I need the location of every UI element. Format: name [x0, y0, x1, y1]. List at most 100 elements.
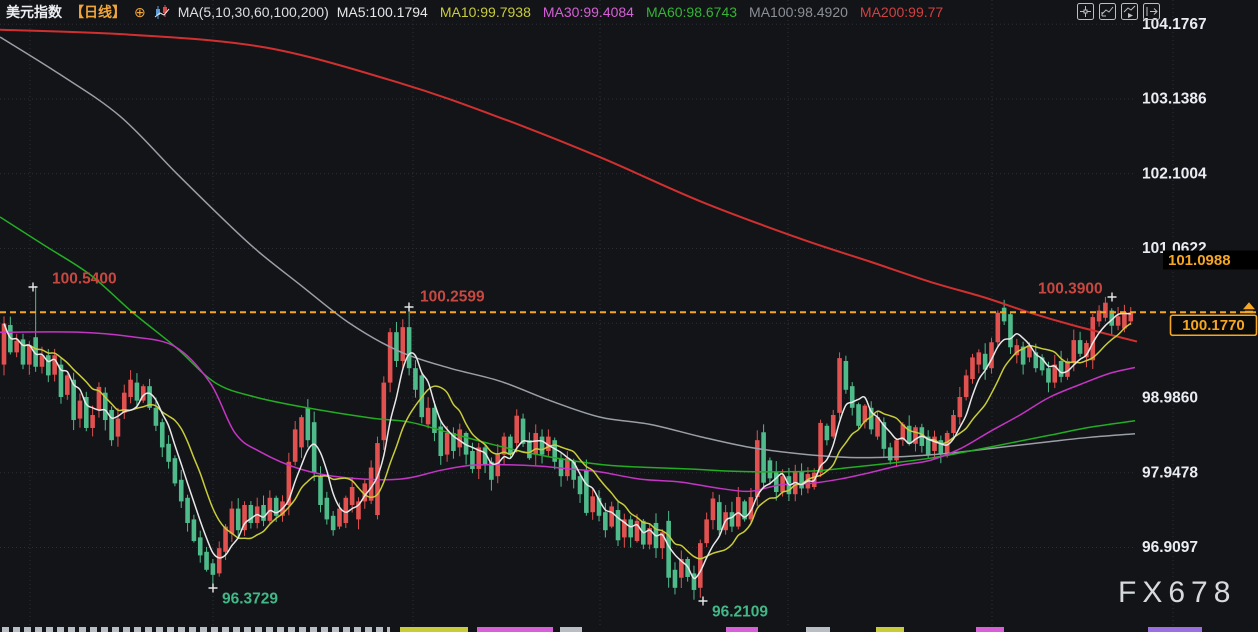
chart-toolbar — [1077, 3, 1160, 20]
candle-body — [825, 426, 830, 440]
candle-body — [293, 429, 298, 461]
candle-body — [90, 415, 95, 428]
candle-body — [154, 408, 159, 426]
crosshair-icon[interactable] — [1077, 3, 1094, 20]
candle-body — [400, 327, 405, 361]
candle-body — [616, 510, 621, 540]
ma-legend-item: MA5:100.1794 — [337, 4, 428, 20]
circle-plus-icon[interactable]: ⊕ — [134, 5, 146, 19]
candle-body — [185, 498, 190, 523]
clipped-indicator-row — [0, 626, 1258, 632]
clipped-text-fragment — [2, 627, 390, 632]
extreme-cross-marker — [1108, 293, 1117, 302]
marker-price-label: 101.0988 — [1168, 252, 1231, 269]
y-axis-label: 96.9097 — [1142, 539, 1198, 556]
extreme-cross-marker — [405, 303, 414, 312]
candle-body — [850, 386, 855, 408]
candle-body — [1090, 317, 1095, 360]
ma-legend-item: MA30:99.4084 — [543, 4, 634, 20]
candle-body — [65, 375, 70, 394]
ma-settings-label[interactable]: MA(5,10,30,60,100,200) — [178, 4, 329, 20]
candle-body — [1071, 340, 1076, 363]
candle-body — [1002, 308, 1007, 322]
candle-body — [774, 472, 779, 492]
candle-body — [204, 552, 209, 570]
chart-canvas[interactable]: 100.5400100.2599100.390096.372996.210910… — [0, 0, 1258, 632]
candle-body — [337, 509, 342, 527]
candle-body — [230, 509, 235, 534]
candle-body — [318, 476, 323, 505]
candle-body — [14, 341, 19, 353]
extreme-cross-marker — [699, 597, 708, 606]
candle-body — [46, 355, 51, 375]
candle-body — [527, 440, 532, 458]
candle-body — [996, 313, 1001, 343]
candle-body — [1116, 316, 1121, 325]
timeframe-label: 【日线】 — [70, 2, 126, 22]
candle-body — [306, 408, 311, 440]
candle-body — [635, 521, 640, 541]
ma-legend-item: MA100:98.4920 — [749, 4, 848, 20]
candle-body — [236, 509, 241, 531]
clipped-text-fragment — [726, 627, 758, 632]
candle-body — [394, 332, 399, 361]
candle-body — [160, 422, 165, 447]
candle-body — [1078, 340, 1083, 354]
candle-body — [578, 476, 583, 494]
candle-body — [179, 480, 184, 502]
extreme-price-label: 100.3900 — [1038, 281, 1103, 298]
candle-body — [268, 498, 273, 521]
candle-body — [109, 410, 114, 440]
extreme-price-label: 100.2599 — [420, 289, 485, 306]
candle-body — [1008, 314, 1013, 347]
panel-play-icon[interactable] — [1121, 3, 1138, 20]
candle-body — [856, 404, 861, 426]
candle-body — [768, 460, 773, 478]
ma-legend-item: MA60:98.6743 — [646, 4, 737, 20]
candle-body — [135, 383, 140, 401]
candle-body — [951, 415, 956, 433]
candle-body — [970, 357, 975, 379]
candle-body — [628, 519, 633, 537]
candle-body — [508, 437, 513, 455]
candle-body — [540, 437, 545, 455]
ma-line-ma5 — [4, 313, 1131, 578]
last-price-label: 100.1770 — [1182, 317, 1245, 334]
candle-body — [325, 498, 330, 520]
candle-body — [590, 496, 595, 512]
candle-body — [698, 543, 703, 588]
clipped-text-fragment — [806, 627, 830, 632]
candle-body — [78, 401, 83, 419]
candlesticks — [2, 286, 1133, 600]
panel-chart-icon[interactable] — [1099, 3, 1116, 20]
candle-body — [312, 422, 317, 472]
exit-panel-icon[interactable] — [1143, 3, 1160, 20]
symbol-title: 美元指数 — [6, 2, 62, 22]
candle-body — [761, 432, 766, 482]
candle-body — [533, 433, 538, 455]
candle-body — [350, 487, 355, 505]
clipped-text-fragment — [400, 627, 468, 632]
extreme-price-label: 100.5400 — [52, 271, 117, 288]
candle-body — [831, 415, 836, 437]
candle-body — [1046, 368, 1051, 382]
candle-body — [844, 361, 849, 390]
candle-body — [888, 447, 893, 460]
candle-body — [1059, 361, 1064, 377]
ma-line-ma200 — [0, 30, 1137, 342]
candle-body — [331, 516, 336, 530]
chart-window: 100.5400100.2599100.390096.372996.210910… — [0, 0, 1258, 632]
candle-body — [166, 444, 171, 462]
candle-body — [217, 548, 222, 573]
candle-body — [128, 380, 133, 397]
candlestick-mini-icon[interactable] — [154, 5, 170, 20]
candle-body — [211, 563, 216, 575]
clipped-text-fragment — [560, 627, 582, 632]
clipped-text-fragment — [1148, 627, 1202, 632]
candle-body — [173, 458, 178, 483]
candle-body — [52, 355, 57, 374]
candle-body — [261, 505, 266, 521]
y-axis: 104.1767103.1386102.1004101.062298.98609… — [1142, 16, 1258, 556]
candle-body — [977, 352, 982, 364]
ma-legend-item: MA200:99.77 — [860, 4, 943, 20]
